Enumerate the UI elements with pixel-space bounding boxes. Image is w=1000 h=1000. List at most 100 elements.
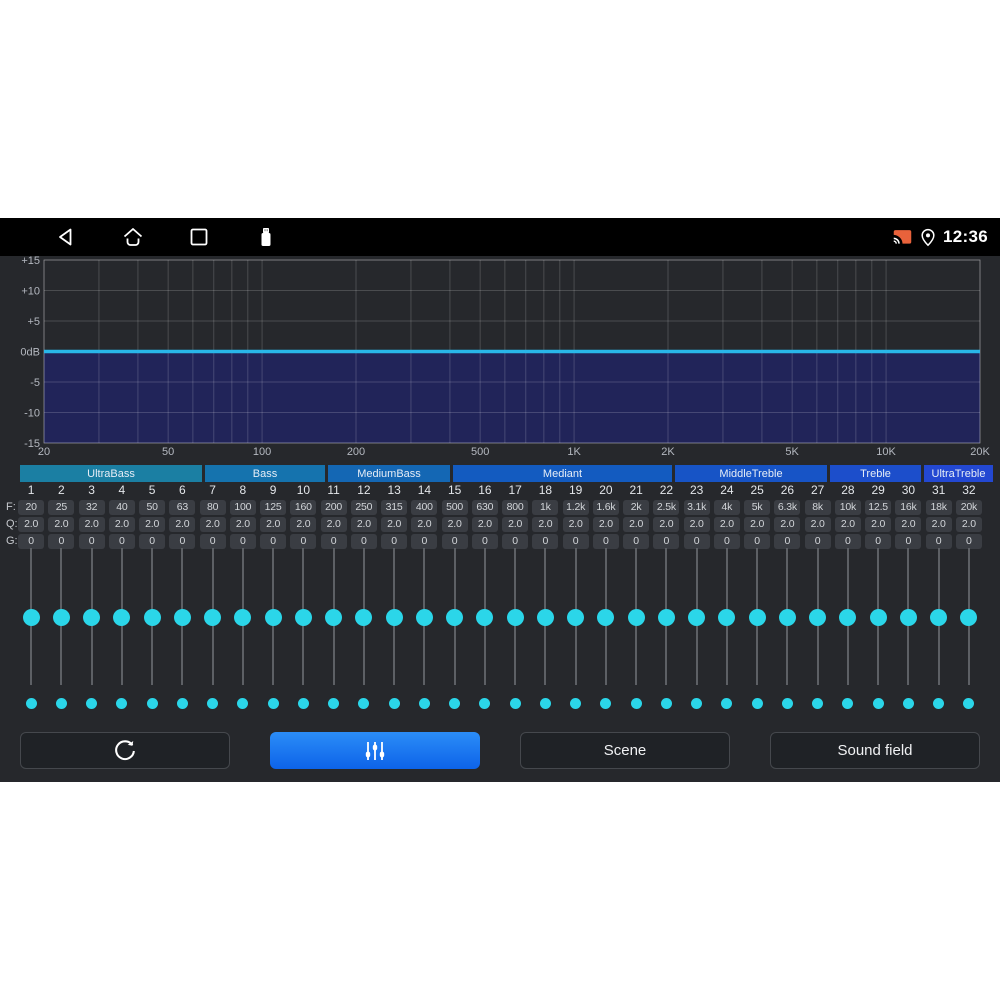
gain-slider-4[interactable] bbox=[107, 548, 137, 710]
q-value-box[interactable]: 2.0 bbox=[895, 517, 922, 532]
f-value-box[interactable]: 16k bbox=[895, 500, 922, 515]
f-value-box[interactable]: 3.1k bbox=[683, 500, 710, 515]
gain-slider-21[interactable] bbox=[621, 548, 651, 710]
g-value-box[interactable]: 0 bbox=[683, 534, 710, 549]
slider-knob[interactable] bbox=[657, 609, 675, 626]
q-value-box[interactable]: 2.0 bbox=[774, 517, 801, 532]
g-value-box[interactable]: 0 bbox=[48, 534, 75, 549]
g-value-box[interactable]: 0 bbox=[290, 534, 317, 549]
q-value-box[interactable]: 2.0 bbox=[199, 517, 226, 532]
q-value-box[interactable]: 2.0 bbox=[78, 517, 105, 532]
slider-knob[interactable] bbox=[627, 609, 645, 626]
g-value-box[interactable]: 0 bbox=[441, 534, 468, 549]
gain-slider-13[interactable] bbox=[379, 548, 409, 710]
g-value-box[interactable]: 0 bbox=[653, 534, 680, 549]
channel-dot[interactable] bbox=[630, 698, 642, 709]
f-value-box[interactable]: 18k bbox=[925, 500, 952, 515]
f-value-box[interactable]: 25 bbox=[48, 500, 75, 515]
recents-icon[interactable] bbox=[187, 225, 211, 249]
q-value-box[interactable]: 2.0 bbox=[592, 517, 619, 532]
f-value-box[interactable]: 400 bbox=[411, 500, 438, 515]
f-value-box[interactable]: 5k bbox=[744, 500, 771, 515]
channel-dot[interactable] bbox=[660, 698, 672, 709]
q-value-box[interactable]: 2.0 bbox=[532, 517, 559, 532]
slider-knob[interactable] bbox=[446, 609, 464, 626]
channel-dot[interactable] bbox=[509, 698, 521, 709]
g-value-box[interactable]: 0 bbox=[834, 534, 861, 549]
gain-slider-11[interactable] bbox=[319, 548, 349, 710]
slider-knob[interactable] bbox=[869, 609, 887, 626]
q-value-box[interactable]: 2.0 bbox=[623, 517, 650, 532]
g-value-box[interactable]: 0 bbox=[623, 534, 650, 549]
gain-slider-9[interactable] bbox=[258, 548, 288, 710]
g-value-box[interactable]: 0 bbox=[381, 534, 408, 549]
slider-knob[interactable] bbox=[688, 609, 706, 626]
channel-dot[interactable] bbox=[842, 698, 854, 709]
slider-knob[interactable] bbox=[22, 609, 40, 626]
channel-dot[interactable] bbox=[872, 698, 884, 709]
channel-dot[interactable] bbox=[721, 698, 733, 709]
g-value-box[interactable]: 0 bbox=[320, 534, 347, 549]
gain-slider-18[interactable] bbox=[530, 548, 560, 710]
gain-slider-27[interactable] bbox=[803, 548, 833, 710]
cast-icon[interactable] bbox=[892, 227, 913, 248]
q-value-box[interactable]: 2.0 bbox=[744, 517, 771, 532]
channel-dot[interactable] bbox=[570, 698, 582, 709]
g-value-box[interactable]: 0 bbox=[592, 534, 619, 549]
q-value-box[interactable]: 2.0 bbox=[290, 517, 317, 532]
channel-dot[interactable] bbox=[781, 698, 793, 709]
gain-slider-22[interactable] bbox=[651, 548, 681, 710]
f-value-box[interactable]: 100 bbox=[229, 500, 256, 515]
f-value-box[interactable]: 4k bbox=[713, 500, 740, 515]
f-value-box[interactable]: 50 bbox=[139, 500, 166, 515]
channel-dot[interactable] bbox=[418, 698, 430, 709]
slider-knob[interactable] bbox=[476, 609, 494, 626]
slider-knob[interactable] bbox=[264, 609, 282, 626]
slider-knob[interactable] bbox=[325, 609, 343, 626]
g-value-box[interactable]: 0 bbox=[260, 534, 287, 549]
scene-button[interactable]: Scene bbox=[520, 732, 730, 769]
f-value-box[interactable]: 32 bbox=[78, 500, 105, 515]
q-value-box[interactable]: 2.0 bbox=[139, 517, 166, 532]
q-value-box[interactable]: 2.0 bbox=[804, 517, 831, 532]
gain-slider-20[interactable] bbox=[591, 548, 621, 710]
channel-dot[interactable] bbox=[933, 698, 945, 709]
slider-knob[interactable] bbox=[415, 609, 433, 626]
g-value-box[interactable]: 0 bbox=[18, 534, 45, 549]
gain-slider-32[interactable] bbox=[954, 548, 984, 710]
g-value-box[interactable]: 0 bbox=[804, 534, 831, 549]
channel-dot[interactable] bbox=[691, 698, 703, 709]
sound-field-button[interactable]: Sound field bbox=[770, 732, 980, 769]
slider-knob[interactable] bbox=[718, 609, 736, 626]
q-value-box[interactable]: 2.0 bbox=[48, 517, 75, 532]
slider-knob[interactable] bbox=[355, 609, 373, 626]
gain-slider-25[interactable] bbox=[742, 548, 772, 710]
channel-dot[interactable] bbox=[55, 698, 67, 709]
gain-slider-12[interactable] bbox=[349, 548, 379, 710]
gain-slider-26[interactable] bbox=[772, 548, 802, 710]
gain-slider-10[interactable] bbox=[288, 548, 318, 710]
f-value-box[interactable]: 63 bbox=[169, 500, 196, 515]
q-value-box[interactable]: 2.0 bbox=[471, 517, 498, 532]
channel-dot[interactable] bbox=[751, 698, 763, 709]
channel-dot[interactable] bbox=[25, 698, 37, 709]
back-icon[interactable] bbox=[54, 225, 78, 249]
gain-slider-24[interactable] bbox=[712, 548, 742, 710]
gain-slider-28[interactable] bbox=[833, 548, 863, 710]
q-value-box[interactable]: 2.0 bbox=[229, 517, 256, 532]
q-value-box[interactable]: 2.0 bbox=[502, 517, 529, 532]
q-value-box[interactable]: 2.0 bbox=[381, 517, 408, 532]
g-value-box[interactable]: 0 bbox=[229, 534, 256, 549]
slider-knob[interactable] bbox=[113, 609, 131, 626]
channel-dot[interactable] bbox=[358, 698, 370, 709]
gain-slider-5[interactable] bbox=[137, 548, 167, 710]
slider-knob[interactable] bbox=[536, 609, 554, 626]
band-header-ultratreble[interactable]: UltraTreble bbox=[924, 465, 993, 482]
q-value-box[interactable]: 2.0 bbox=[955, 517, 982, 532]
gain-slider-29[interactable] bbox=[863, 548, 893, 710]
g-value-box[interactable]: 0 bbox=[78, 534, 105, 549]
band-header-bass[interactable]: Bass bbox=[205, 465, 325, 482]
band-header-mediant[interactable]: Mediant bbox=[453, 465, 672, 482]
f-value-box[interactable]: 1k bbox=[532, 500, 559, 515]
g-value-box[interactable]: 0 bbox=[895, 534, 922, 549]
